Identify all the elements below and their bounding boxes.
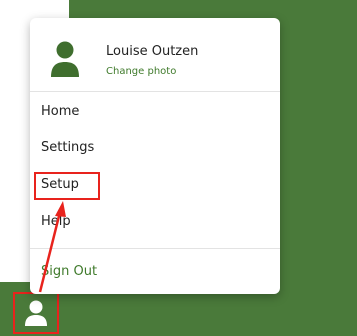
profile-name: Louise Outzen [106, 44, 199, 59]
user-avatar-button[interactable] [13, 292, 59, 334]
profile-section: Louise Outzen Change photo [44, 28, 264, 88]
user-menu-dropdown: Louise Outzen Change photo Home Settings… [30, 18, 280, 294]
person-icon [51, 41, 79, 77]
change-photo-link[interactable]: Change photo [106, 66, 176, 77]
setup-highlight-annotation [34, 172, 100, 200]
person-icon [25, 300, 47, 326]
menu-item-settings[interactable]: Settings [41, 140, 94, 155]
menu-divider [30, 91, 280, 92]
menu-item-help[interactable]: Help [41, 214, 71, 229]
menu-divider [30, 248, 280, 249]
menu-item-sign-out[interactable]: Sign Out [41, 264, 97, 279]
menu-item-home[interactable]: Home [41, 104, 79, 119]
